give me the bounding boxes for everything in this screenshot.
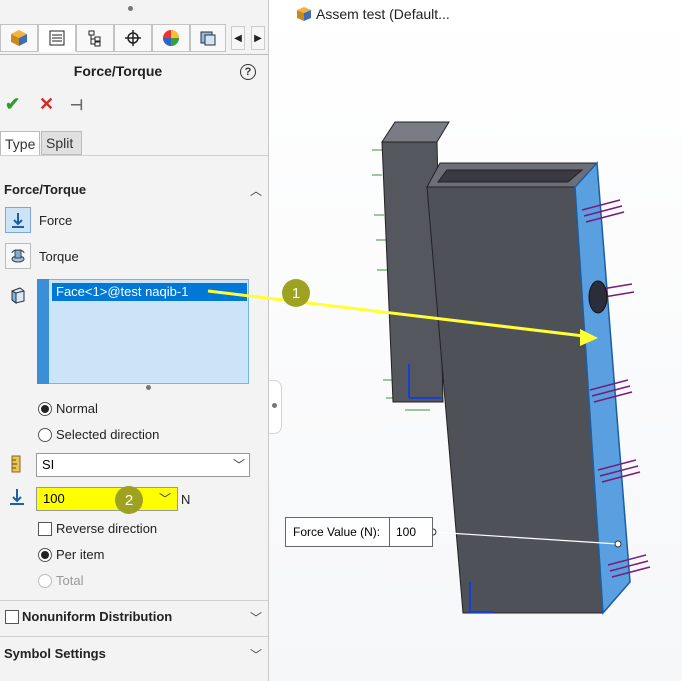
callout-label: Force Value (N):	[293, 525, 381, 539]
back-plate-side	[381, 121, 450, 143]
force-value-callout[interactable]: Force Value (N): 100	[285, 517, 433, 547]
callout-value[interactable]: 100	[389, 518, 433, 546]
bolt-feature	[588, 280, 608, 314]
value-leader-end	[614, 540, 622, 548]
model-graphics	[207, 121, 651, 615]
callout-badge-1: 1	[282, 279, 310, 307]
box-top-inner	[437, 169, 584, 183]
box-front-face	[426, 186, 604, 614]
